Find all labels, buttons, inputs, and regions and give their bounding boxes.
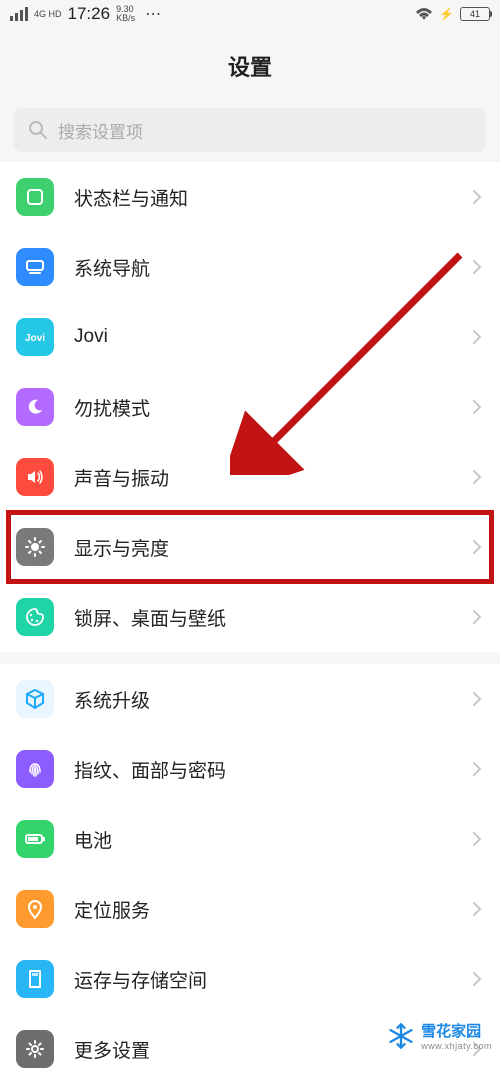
chevron-right-icon (472, 831, 482, 847)
search-icon (28, 120, 48, 140)
snowflake-icon (387, 1022, 415, 1050)
palette-icon (16, 598, 54, 636)
watermark-url: www.xhjaty.com (421, 1041, 492, 1051)
row-status-notify[interactable]: 状态栏与通知 (0, 162, 500, 232)
watermark-bottom-right: 雪花家园 www.xhjaty.com (387, 1020, 492, 1051)
search-input[interactable]: 搜索设置项 (14, 108, 486, 152)
pin-icon (16, 890, 54, 928)
cube-icon (16, 680, 54, 718)
fingerprint-icon (16, 750, 54, 788)
row-label: 锁屏、桌面与壁纸 (74, 604, 472, 631)
row-sound[interactable]: 声音与振动 (0, 442, 500, 512)
search-placeholder: 搜索设置项 (58, 118, 143, 143)
signal-icon (10, 7, 28, 21)
brightness-icon (16, 528, 54, 566)
chevron-right-icon (472, 189, 482, 205)
search-container: 搜索设置项 (0, 108, 500, 162)
speaker-icon (16, 458, 54, 496)
row-label: Jovi (74, 326, 472, 348)
watermark-text: 雪花家园 (421, 1020, 492, 1041)
row-label: 系统升级 (74, 686, 472, 713)
signal-mode: 4G HD (34, 10, 62, 19)
chevron-right-icon (472, 609, 482, 625)
gear-icon (16, 1030, 54, 1068)
page-title: 设置 (0, 50, 500, 82)
row-label: 勿扰模式 (74, 394, 472, 421)
row-label: 显示与亮度 (74, 534, 472, 561)
row-update[interactable]: 系统升级 (0, 664, 500, 734)
chevron-right-icon (472, 259, 482, 275)
row-label: 指纹、面部与密码 (74, 756, 472, 783)
row-battery[interactable]: 电池 (0, 804, 500, 874)
svg-text:Jovi: Jovi (25, 333, 45, 344)
row-dnd[interactable]: 勿扰模式 (0, 372, 500, 442)
chevron-right-icon (472, 469, 482, 485)
row-jovi[interactable]: Jovi Jovi (0, 302, 500, 372)
more-icon: ⋯ (145, 4, 163, 24)
chevron-right-icon (472, 761, 482, 777)
square-icon (16, 178, 54, 216)
row-label: 状态栏与通知 (74, 184, 472, 211)
jovi-icon: Jovi (16, 318, 54, 356)
status-right: ⚡ 41 (415, 7, 490, 21)
chevron-right-icon (472, 691, 482, 707)
chevron-right-icon (472, 329, 482, 345)
moon-icon (16, 388, 54, 426)
chevron-right-icon (472, 901, 482, 917)
row-label: 运存与存储空间 (74, 966, 472, 993)
wifi-icon (415, 7, 433, 21)
chevron-right-icon (472, 539, 482, 555)
settings-group-1: 状态栏与通知 系统导航 Jovi Jovi 勿扰模式 声音与振动 显示与亮度 (0, 162, 500, 652)
battery-percent: 41 (470, 9, 480, 19)
row-nav[interactable]: 系统导航 (0, 232, 500, 302)
data-rate: 9.30KB/s (116, 5, 135, 23)
chevron-right-icon (472, 971, 482, 987)
status-left: 4G HD 17:26 9.30KB/s ⋯ (10, 4, 163, 24)
status-time: 17:26 (68, 4, 111, 24)
row-storage[interactable]: 运存与存储空间 (0, 944, 500, 1014)
row-lockscreen[interactable]: 锁屏、桌面与壁纸 (0, 582, 500, 652)
battery-icon (16, 820, 54, 858)
row-label: 定位服务 (74, 896, 472, 923)
row-location[interactable]: 定位服务 (0, 874, 500, 944)
row-label: 电池 (74, 826, 472, 853)
battery-icon: 41 (460, 7, 490, 21)
row-label: 系统导航 (74, 254, 472, 281)
status-bar: 4G HD 17:26 9.30KB/s ⋯ ⚡ 41 (0, 0, 500, 28)
page-header: 设置 (0, 28, 500, 108)
row-label: 声音与振动 (74, 464, 472, 491)
chevron-right-icon (472, 399, 482, 415)
charging-icon: ⚡ (439, 7, 454, 21)
nav-icon (16, 248, 54, 286)
sd-icon (16, 960, 54, 998)
row-display[interactable]: 显示与亮度 (0, 512, 500, 582)
row-biometrics[interactable]: 指纹、面部与密码 (0, 734, 500, 804)
